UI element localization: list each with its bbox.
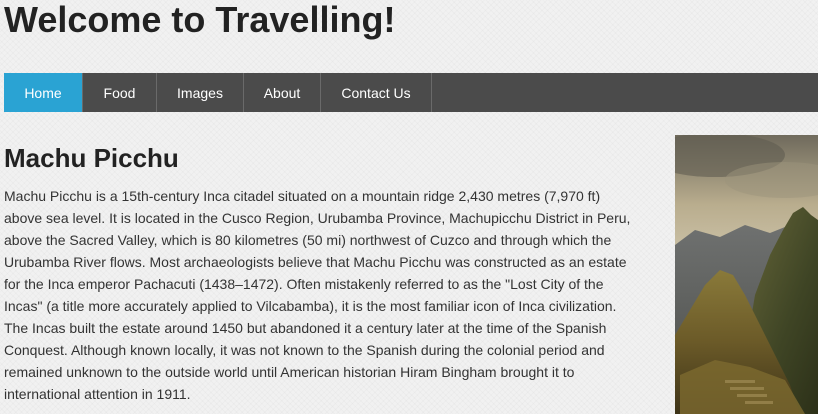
site-title: Welcome to Travelling! <box>4 0 396 40</box>
article-paragraph: Machu Picchu is a 15th-century Inca cita… <box>4 188 631 402</box>
page-title: Machu Picchu <box>4 143 179 173</box>
nav-item-home[interactable]: Home <box>4 73 83 112</box>
nav-item-food[interactable]: Food <box>83 73 157 112</box>
nav-item-images[interactable]: Images <box>157 73 244 112</box>
main-content: Machu Picchu Machu Picchu is a 15th-cent… <box>4 140 640 405</box>
machu-picchu-photo <box>675 135 818 414</box>
nav-item-contact-us[interactable]: Contact Us <box>321 73 432 112</box>
main-navigation: Home Food Images About Contact Us <box>4 73 818 112</box>
nav-item-about[interactable]: About <box>244 73 321 112</box>
